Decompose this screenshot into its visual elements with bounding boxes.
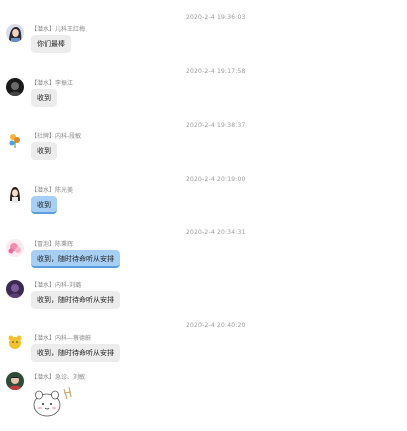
timestamp: 2020-2-4 20:19:00 — [186, 176, 246, 183]
timestamp: 2020-2-4 19:36:03 — [186, 14, 246, 21]
message-bubble[interactable]: 收到 — [31, 196, 57, 214]
sender-name: 【潜水】儿科王红梅 — [31, 26, 86, 33]
chat-history: 2020-2-4 19:36:03 2020-2-4 19:17:58 2020… — [0, 0, 407, 431]
sender-name: 【潜水】陈光美 — [31, 187, 74, 194]
woman-dark-hair-avatar-icon[interactable] — [6, 24, 24, 42]
green-portrait-avatar-icon[interactable] — [6, 372, 24, 390]
sender-name: 【潜水】内科—蔡德蔚 — [31, 335, 92, 342]
message-bubble[interactable]: 收到，随时待命听从安排 — [31, 250, 120, 268]
pink-flower-avatar-icon[interactable] — [6, 239, 24, 257]
sender-name: 【社牌】内科-段敏 — [31, 133, 82, 140]
sender-name: 【潜水】李振江 — [31, 80, 74, 87]
timestamp: 2020-2-4 20:34:31 — [186, 229, 246, 236]
message-bubble[interactable]: 你们最棒 — [31, 35, 71, 53]
sender-name: 【潜水】急诊、刘敏 — [31, 374, 86, 381]
message-bubble[interactable]: 收到，随时待命听从安排 — [31, 291, 120, 309]
timestamp: 2020-2-4 19:17:58 — [186, 68, 246, 75]
purple-portrait-avatar-icon[interactable] — [6, 280, 24, 298]
flower-avatar-icon[interactable] — [6, 131, 24, 149]
yellow-cartoon-avatar-icon[interactable] — [6, 333, 24, 351]
timestamp: 2020-2-4 19:38:37 — [186, 122, 246, 129]
sender-name: 【冒泡】陈秉辉 — [31, 241, 74, 248]
message-bubble[interactable]: 收到 — [31, 142, 57, 160]
girl-avatar-icon[interactable] — [6, 185, 24, 203]
sender-name: 【潜水】内科-刘璐 — [31, 282, 82, 289]
black-portrait-avatar-icon[interactable] — [6, 78, 24, 96]
message-bubble[interactable]: 收到 — [31, 89, 57, 107]
timestamp: 2020-2-4 20:40:20 — [186, 322, 246, 329]
message-bubble[interactable]: 收到，随时待命听从安排 — [31, 344, 120, 362]
cartoon-sticker-icon[interactable] — [31, 383, 75, 419]
